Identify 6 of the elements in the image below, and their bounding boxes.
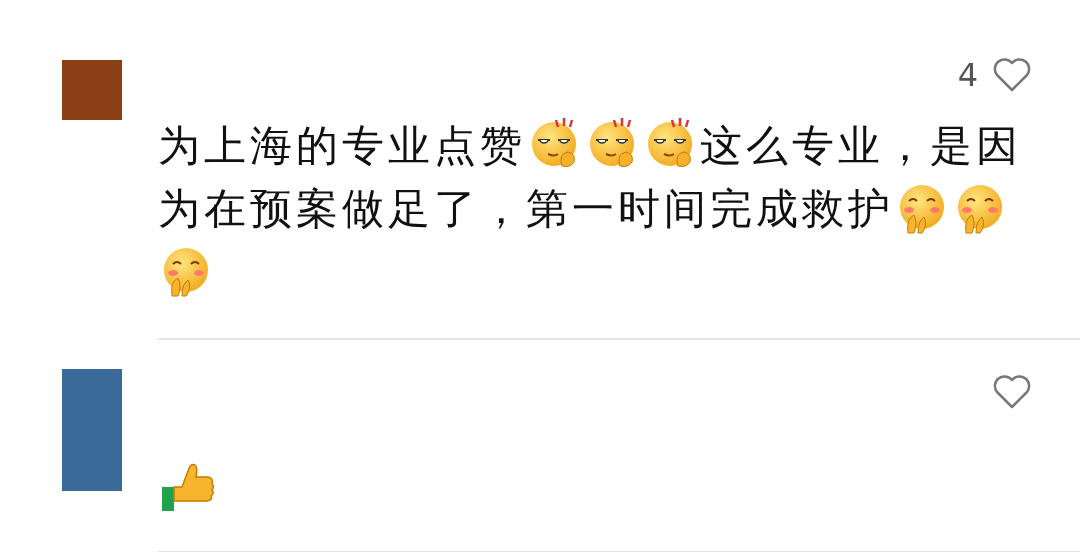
like-count: 4 (957, 56, 978, 94)
comment-text: 这么专业，是因 (700, 121, 1022, 170)
comment-text: 为上海的专业点赞 (158, 121, 526, 170)
heart-icon[interactable] (992, 57, 1032, 93)
heart-icon[interactable] (992, 374, 1032, 410)
comment-text: 为在预案做足了，第一时间完成救护 (158, 184, 894, 233)
